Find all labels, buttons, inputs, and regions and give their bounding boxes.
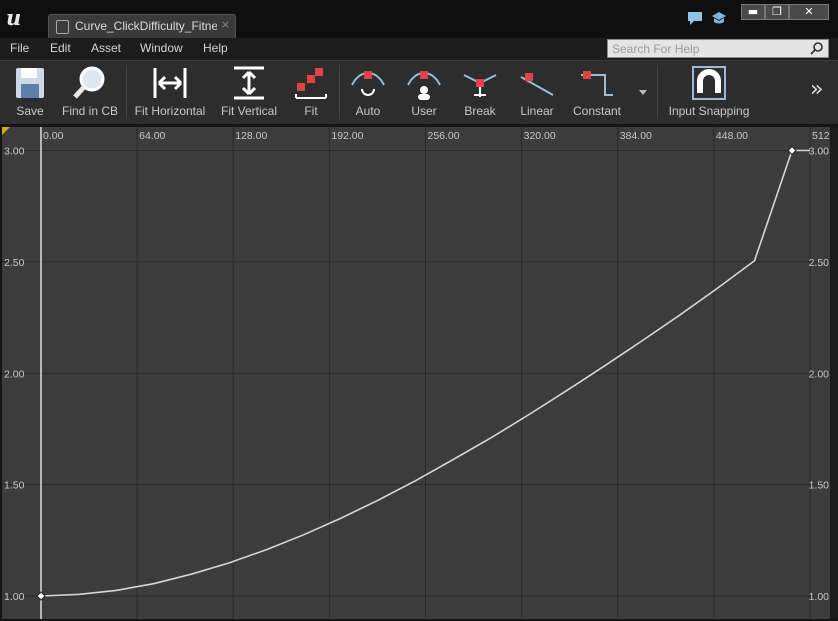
constant-label: Constant [572,104,622,118]
user-tangent-button[interactable]: User [400,63,448,121]
menu-help[interactable]: Help [203,41,228,55]
y-tick-label-right: 1.00 [809,591,830,603]
document-tab[interactable]: Curve_ClickDifficulty_Fitne × [48,14,236,38]
input-snapping-button[interactable]: Input Snapping [664,63,754,121]
constant-interp-button[interactable]: Constant [568,63,626,121]
x-tick-label: 64.00 [139,130,165,142]
toolbar-separator [339,65,340,119]
more-tangents-dropdown-icon[interactable] [638,88,648,96]
toolbar-separator [657,65,658,119]
x-tick-label: 320.00 [524,130,556,142]
learn-cap-icon[interactable] [711,11,727,26]
menu-asset[interactable]: Asset [91,41,121,55]
y-tick-label-left: 2.50 [4,257,25,269]
toolbar-overflow-icon[interactable]: » [810,77,823,102]
auto-tangent-button[interactable]: Auto [344,63,392,121]
save-label: Save [16,104,44,118]
fit-horizontal-button[interactable]: Fit Horizontal [131,63,209,121]
menu-window[interactable]: Window [140,41,183,55]
x-tick-label: 448.00 [716,130,748,142]
curve-chart[interactable]: 0.00 64.00 128.00 192.00 256.00 320.00 384.00 4… [2,127,830,619]
linear-interp-icon [520,73,554,96]
menu-edit[interactable]: Edit [50,41,71,55]
fit-horizontal-icon [153,68,187,98]
curve-graph[interactable]: 0.00 64.00 128.00 192.00 256.00 320.00 384.00 4… [2,127,830,619]
fit-label: Fit [304,104,318,118]
save-disk-icon [16,68,44,98]
fit-button[interactable]: Fit [292,63,330,121]
y-tick-label-right: 1.50 [809,480,830,492]
find-in-cb-label: Find in CB [61,104,119,118]
find-in-cb-button[interactable]: Find in CB [60,63,120,121]
fit-vertical-label: Fit Vertical [220,104,277,118]
tab-close-icon[interactable]: × [221,18,230,31]
break-tangent-icon [463,74,497,97]
curve-keyframe [36,591,46,601]
magnet-snapping-icon [692,66,726,100]
tab-title: Curve_ClickDifficulty_Fitne [75,19,217,33]
toolbar-separator [126,65,127,119]
user-tangent-icon [407,71,441,100]
menu-file[interactable]: File [10,41,29,55]
x-tick-label: 512 [812,130,830,142]
unreal-logo-icon[interactable]: u [6,6,28,30]
save-button[interactable]: Save [6,63,54,121]
linear-interp-button[interactable]: Linear [512,63,562,121]
x-tick-label: 192.00 [331,130,363,142]
curve-asset-icon [56,20,69,34]
y-tick-label-left: 1.00 [4,591,25,603]
time-origin-marker [2,127,10,135]
fit-vertical-button[interactable]: Fit Vertical [216,63,282,121]
auto-tangent-icon [351,71,385,96]
x-tick-label: 256.00 [428,130,460,142]
minimize-button[interactable]: ▬ [741,4,765,20]
linear-label: Linear [520,104,554,118]
title-bar: u Curve_ClickDifficulty_Fitne × ▬ ❐ ✕ [0,0,838,38]
fit-horizontal-label: Fit Horizontal [134,104,206,118]
help-search-input[interactable] [608,40,808,57]
break-tangent-button[interactable]: Break [456,63,504,121]
maximize-button[interactable]: ❐ [765,4,789,20]
x-tick-label: 128.00 [235,130,267,142]
break-label: Break [464,104,496,118]
y-tick-label-left: 1.50 [4,480,25,492]
search-icon[interactable] [809,41,825,56]
x-tick-label: 384.00 [620,130,652,142]
close-button[interactable]: ✕ [789,4,829,20]
chat-bubble-icon[interactable] [687,11,703,26]
y-tick-label-left: 3.00 [4,146,25,158]
y-tick-label-right: 2.00 [809,368,830,380]
fit-vertical-icon [234,66,264,100]
help-search-box [607,39,829,58]
magnifier-icon [73,66,105,99]
fit-icon [295,68,327,99]
y-tick-label-right: 2.50 [809,257,830,269]
input-snapping-label: Input Snapping [668,104,750,118]
y-tick-label-right: 3.00 [809,146,830,158]
auto-label: Auto [355,104,381,118]
curve-toolbar: Save Find in CB Fit Horizontal Fit Verti… [0,60,838,124]
curve-keyframe [787,145,797,156]
graph-edge [830,127,838,619]
y-tick-label-left: 2.00 [4,368,25,380]
constant-interp-icon [581,71,613,96]
x-tick-label: 0.00 [43,130,64,142]
user-label: User [411,104,437,118]
